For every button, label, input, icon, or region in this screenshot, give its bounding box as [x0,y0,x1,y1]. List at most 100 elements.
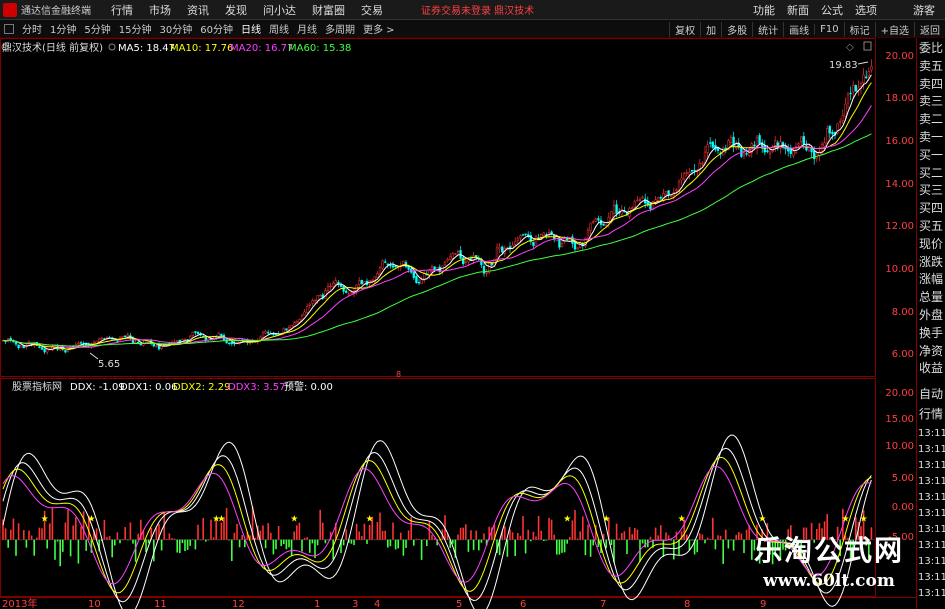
legend-ma5: MA5: 18.47 [118,43,175,54]
candle-body [274,333,278,336]
menu-new-page[interactable]: 新面 [781,2,815,18]
menu-market[interactable]: 市场 [141,2,179,18]
ddx-bar [470,530,472,540]
login-user[interactable]: 游客 [913,2,935,18]
candle-body [826,128,829,144]
ma20-line [2,105,872,348]
candle-body [753,144,756,147]
candle-body [381,260,384,269]
date-axis: 2013年 10 11 12 1 3 4 5 6 7 8 9 [2,597,766,609]
btn-add[interactable]: 加 [700,21,721,37]
btn-f10[interactable]: F10 [814,23,843,35]
menu-wealth[interactable]: 财富圈 [304,2,353,18]
sub-tick: 0.00 [892,502,914,513]
candle-body [376,273,379,278]
btn-add-watchlist[interactable]: +自选 [874,21,914,37]
period-multi[interactable]: 多周期 [321,21,359,36]
ddx-bar [49,523,51,540]
ddx-bar [220,522,223,540]
ddx-bar [283,539,285,545]
candle-body [758,135,761,144]
candle-body [768,151,772,155]
ddx-bar [353,539,355,546]
ma5-line [2,74,872,351]
ddx-bar [361,536,363,540]
period-1min[interactable]: 1分钟 [46,21,80,36]
ddx-bar [363,523,366,540]
candle-body [693,169,696,172]
period-weekly[interactable]: 周线 [265,21,293,36]
kline-chart[interactable]: 鼎汉技术(日线 前复权) MA5: 18.47 MA10: 17.76 MA20… [0,38,945,609]
candle-body [77,342,80,345]
btn-draw-line[interactable]: 画线 [783,21,814,37]
btn-back[interactable]: 返回 [914,21,945,37]
period-30min[interactable]: 30分钟 [155,21,196,36]
period-15min[interactable]: 15分钟 [115,21,156,36]
candle-body [592,221,595,224]
ddx-bar [197,524,199,540]
candle-body [711,141,714,148]
period-more[interactable]: 更多 > [359,21,399,36]
btn-multi-stock[interactable]: 多股 [721,21,752,37]
menu-news[interactable]: 资讯 [179,2,217,18]
candle-body [610,211,613,220]
menu-ask[interactable]: 问小达 [255,2,304,18]
ddx-bar [72,525,74,540]
candle-body [542,232,545,236]
candle-body [641,196,644,199]
ddx-bar [418,538,420,540]
candle-body [620,209,623,215]
side-quotes[interactable]: 行情 [917,404,945,424]
side-auto[interactable]: 自动 [917,384,945,404]
legend-ma60: MA60: 15.38 [288,43,351,54]
menu-discover[interactable]: 发现 [217,2,255,18]
period-daily[interactable]: 日线 [237,21,265,36]
candle-body [339,284,343,287]
candle-body [443,261,447,266]
ddx-bar [506,539,509,557]
period-timeshare[interactable]: 分时 [18,21,46,36]
candle-body [121,335,124,338]
ddx-bar [623,531,626,540]
legend-settings-icon[interactable] [108,43,116,51]
ddx-bar [181,539,184,544]
period-60min[interactable]: 60分钟 [196,21,237,36]
period-monthly[interactable]: 月线 [293,21,321,36]
period-5min[interactable]: 5分钟 [80,21,114,36]
btn-stats[interactable]: 统计 [752,21,783,37]
date-tick: 7 [600,599,606,609]
scroll-diamond-icon[interactable]: ◇ [846,42,854,53]
btn-mark[interactable]: 标记 [843,21,875,37]
ma60-line [2,133,872,347]
ddx-bar [566,539,568,544]
candle-body [683,173,686,180]
menu-trade[interactable]: 交易 [353,2,391,18]
ddx-bar [634,528,636,540]
candle-body [573,242,577,250]
ddx-bar [132,539,134,544]
quote-field-label: 买二 [919,165,944,180]
candle-body [763,145,766,153]
candle-body [17,344,20,349]
ddx-bar [504,526,506,540]
candle-body [516,238,519,241]
sub-tick: 15.00 [885,414,914,425]
ddx-bar [563,539,566,553]
menu-quotes[interactable]: 行情 [103,2,141,18]
menu-options[interactable]: 选项 [849,2,883,18]
candle-body [688,171,691,175]
ddx-bar [452,539,454,544]
ddx-bar [345,529,347,540]
date-tick: 3 [352,599,358,609]
ddx-bar [587,524,589,540]
low-price-label: 5.65 [98,359,120,370]
panel-toggle-icon[interactable] [4,23,14,34]
candle-body [347,293,350,295]
panel-max-icon[interactable] [863,41,872,51]
ddx-bar [387,539,389,548]
menu-function[interactable]: 功能 [747,2,781,18]
ddx-bar [85,539,87,551]
ddx-bar [285,539,288,550]
menu-formula[interactable]: 公式 [815,2,849,18]
btn-restore-rights[interactable]: 复权 [669,21,700,37]
